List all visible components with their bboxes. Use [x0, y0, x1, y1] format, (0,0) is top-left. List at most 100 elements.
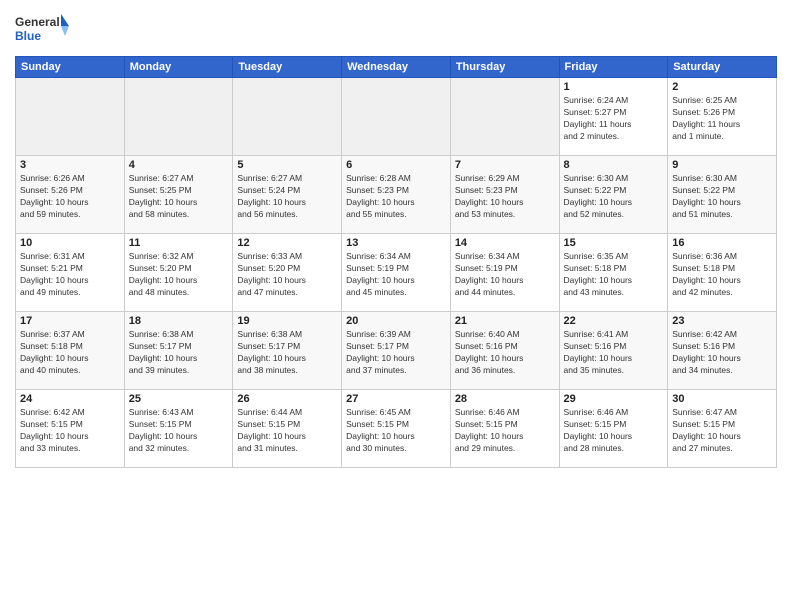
calendar-cell: 25 Sunrise: 6:43 AMSunset: 5:15 PMDayligh…	[124, 390, 233, 468]
calendar-cell: 16Sunrise: 6:36 AMSunset: 5:18 PMDayligh…	[668, 234, 777, 312]
page-header: General Blue	[15, 10, 777, 48]
day-number: 13	[346, 237, 446, 249]
day-info: Sunrise: 6:31 AMSunset: 5:21 PMDaylight:…	[20, 251, 120, 299]
day-info: Sunrise: 6:28 AMSunset: 5:23 PMDaylight:…	[346, 173, 446, 221]
day-info: Sunrise: 6:38 AMSunset: 5:17 PMDaylight:…	[237, 329, 337, 377]
calendar-cell: 10 Sunrise: 6:31 AMSunset: 5:21 PMDayligh…	[16, 234, 125, 312]
day-info: Sunrise: 6:25 AMSunset: 5:26 PMDaylight:…	[672, 95, 772, 143]
day-info: Sunrise: 6:44 AMSunset: 5:15 PMDaylight:…	[237, 407, 337, 455]
svg-text:Blue: Blue	[15, 29, 41, 43]
day-info: Sunrise: 6:41 AMSunset: 5:16 PMDaylight:…	[564, 329, 664, 377]
calendar-cell: 1 Sunrise: 6:24 AMSunset: 5:27 PMDaylight…	[559, 78, 668, 156]
calendar-cell	[450, 78, 559, 156]
calendar-cell: 4 Sunrise: 6:27 AMSunset: 5:25 PMDaylight…	[124, 156, 233, 234]
calendar-week-1: 1 Sunrise: 6:24 AMSunset: 5:27 PMDaylight…	[16, 78, 777, 156]
day-number: 22	[564, 315, 664, 327]
calendar-cell: 14 Sunrise: 6:34 AMSunset: 5:19 PMDayligh…	[450, 234, 559, 312]
day-number: 21	[455, 315, 555, 327]
calendar-cell: 19Sunrise: 6:38 AMSunset: 5:17 PMDayligh…	[233, 312, 342, 390]
day-info: Sunrise: 6:45 AMSunset: 5:15 PMDaylight:…	[346, 407, 446, 455]
weekday-header-monday: Monday	[124, 57, 233, 78]
svg-text:General: General	[15, 15, 60, 29]
calendar-cell: 7 Sunrise: 6:29 AMSunset: 5:23 PMDaylight…	[450, 156, 559, 234]
calendar-cell: 2 Sunrise: 6:25 AMSunset: 5:26 PMDaylight…	[668, 78, 777, 156]
day-number: 24	[20, 393, 120, 405]
day-number: 23	[672, 315, 772, 327]
calendar-cell: 3Sunrise: 6:26 AMSunset: 5:26 PMDaylight…	[16, 156, 125, 234]
day-number: 7	[455, 159, 555, 171]
logo: General Blue	[15, 10, 70, 48]
weekday-header-thursday: Thursday	[450, 57, 559, 78]
weekday-header-wednesday: Wednesday	[342, 57, 451, 78]
day-info: Sunrise: 6:39 AMSunset: 5:17 PMDaylight:…	[346, 329, 446, 377]
weekday-header-row: SundayMondayTuesdayWednesdayThursdayFrid…	[16, 57, 777, 78]
calendar-cell: 9 Sunrise: 6:30 AMSunset: 5:22 PMDaylight…	[668, 156, 777, 234]
logo-svg: General Blue	[15, 10, 70, 48]
day-info: Sunrise: 6:30 AMSunset: 5:22 PMDaylight:…	[672, 173, 772, 221]
calendar-cell: 15 Sunrise: 6:35 AMSunset: 5:18 PMDayligh…	[559, 234, 668, 312]
day-number: 25	[129, 393, 229, 405]
weekday-header-sunday: Sunday	[16, 57, 125, 78]
day-info: Sunrise: 6:24 AMSunset: 5:27 PMDaylight:…	[564, 95, 664, 143]
day-info: Sunrise: 6:35 AMSunset: 5:18 PMDaylight:…	[564, 251, 664, 299]
day-info: Sunrise: 6:38 AMSunset: 5:17 PMDaylight:…	[129, 329, 229, 377]
day-info: Sunrise: 6:43 AMSunset: 5:15 PMDaylight:…	[129, 407, 229, 455]
calendar-cell: 17 Sunrise: 6:37 AMSunset: 5:18 PMDayligh…	[16, 312, 125, 390]
day-number: 27	[346, 393, 446, 405]
day-number: 6	[346, 159, 446, 171]
day-info: Sunrise: 6:27 AMSunset: 5:24 PMDaylight:…	[237, 173, 337, 221]
weekday-header-friday: Friday	[559, 57, 668, 78]
day-number: 2	[672, 81, 772, 93]
day-number: 5	[237, 159, 337, 171]
day-number: 12	[237, 237, 337, 249]
calendar-cell: 21Sunrise: 6:40 AMSunset: 5:16 PMDayligh…	[450, 312, 559, 390]
day-number: 9	[672, 159, 772, 171]
calendar-table: SundayMondayTuesdayWednesdayThursdayFrid…	[15, 56, 777, 468]
calendar-cell: 5 Sunrise: 6:27 AMSunset: 5:24 PMDaylight…	[233, 156, 342, 234]
calendar-week-4: 17 Sunrise: 6:37 AMSunset: 5:18 PMDayligh…	[16, 312, 777, 390]
calendar-cell: 11Sunrise: 6:32 AMSunset: 5:20 PMDayligh…	[124, 234, 233, 312]
day-number: 14	[455, 237, 555, 249]
day-info: Sunrise: 6:46 AMSunset: 5:15 PMDaylight:…	[564, 407, 664, 455]
calendar-cell	[342, 78, 451, 156]
day-number: 4	[129, 159, 229, 171]
day-info: Sunrise: 6:42 AMSunset: 5:15 PMDaylight:…	[20, 407, 120, 455]
calendar-cell	[124, 78, 233, 156]
day-info: Sunrise: 6:42 AMSunset: 5:16 PMDaylight:…	[672, 329, 772, 377]
calendar-cell: 12 Sunrise: 6:33 AMSunset: 5:20 PMDayligh…	[233, 234, 342, 312]
calendar-cell: 27 Sunrise: 6:45 AMSunset: 5:15 PMDayligh…	[342, 390, 451, 468]
calendar-cell: 26 Sunrise: 6:44 AMSunset: 5:15 PMDayligh…	[233, 390, 342, 468]
calendar-week-2: 3Sunrise: 6:26 AMSunset: 5:26 PMDaylight…	[16, 156, 777, 234]
weekday-header-tuesday: Tuesday	[233, 57, 342, 78]
day-number: 29	[564, 393, 664, 405]
day-number: 1	[564, 81, 664, 93]
day-number: 20	[346, 315, 446, 327]
day-number: 26	[237, 393, 337, 405]
calendar-cell: 20 Sunrise: 6:39 AMSunset: 5:17 PMDayligh…	[342, 312, 451, 390]
calendar-cell: 22 Sunrise: 6:41 AMSunset: 5:16 PMDayligh…	[559, 312, 668, 390]
calendar-cell: 23 Sunrise: 6:42 AMSunset: 5:16 PMDayligh…	[668, 312, 777, 390]
day-number: 16	[672, 237, 772, 249]
calendar-cell: 24 Sunrise: 6:42 AMSunset: 5:15 PMDayligh…	[16, 390, 125, 468]
day-info: Sunrise: 6:29 AMSunset: 5:23 PMDaylight:…	[455, 173, 555, 221]
day-info: Sunrise: 6:37 AMSunset: 5:18 PMDaylight:…	[20, 329, 120, 377]
day-info: Sunrise: 6:34 AMSunset: 5:19 PMDaylight:…	[346, 251, 446, 299]
calendar-week-3: 10 Sunrise: 6:31 AMSunset: 5:21 PMDayligh…	[16, 234, 777, 312]
weekday-header-saturday: Saturday	[668, 57, 777, 78]
day-info: Sunrise: 6:47 AMSunset: 5:15 PMDaylight:…	[672, 407, 772, 455]
day-number: 10	[20, 237, 120, 249]
day-number: 8	[564, 159, 664, 171]
calendar-cell: 18 Sunrise: 6:38 AMSunset: 5:17 PMDayligh…	[124, 312, 233, 390]
day-number: 17	[20, 315, 120, 327]
page-container: General Blue SundayMondayTuesdayWednesda…	[0, 0, 792, 612]
day-info: Sunrise: 6:34 AMSunset: 5:19 PMDaylight:…	[455, 251, 555, 299]
day-info: Sunrise: 6:33 AMSunset: 5:20 PMDaylight:…	[237, 251, 337, 299]
calendar-cell	[16, 78, 125, 156]
day-number: 28	[455, 393, 555, 405]
calendar-cell: 29 Sunrise: 6:46 AMSunset: 5:15 PMDayligh…	[559, 390, 668, 468]
day-info: Sunrise: 6:27 AMSunset: 5:25 PMDaylight:…	[129, 173, 229, 221]
day-number: 18	[129, 315, 229, 327]
calendar-cell: 13 Sunrise: 6:34 AMSunset: 5:19 PMDayligh…	[342, 234, 451, 312]
day-number: 15	[564, 237, 664, 249]
day-info: Sunrise: 6:30 AMSunset: 5:22 PMDaylight:…	[564, 173, 664, 221]
